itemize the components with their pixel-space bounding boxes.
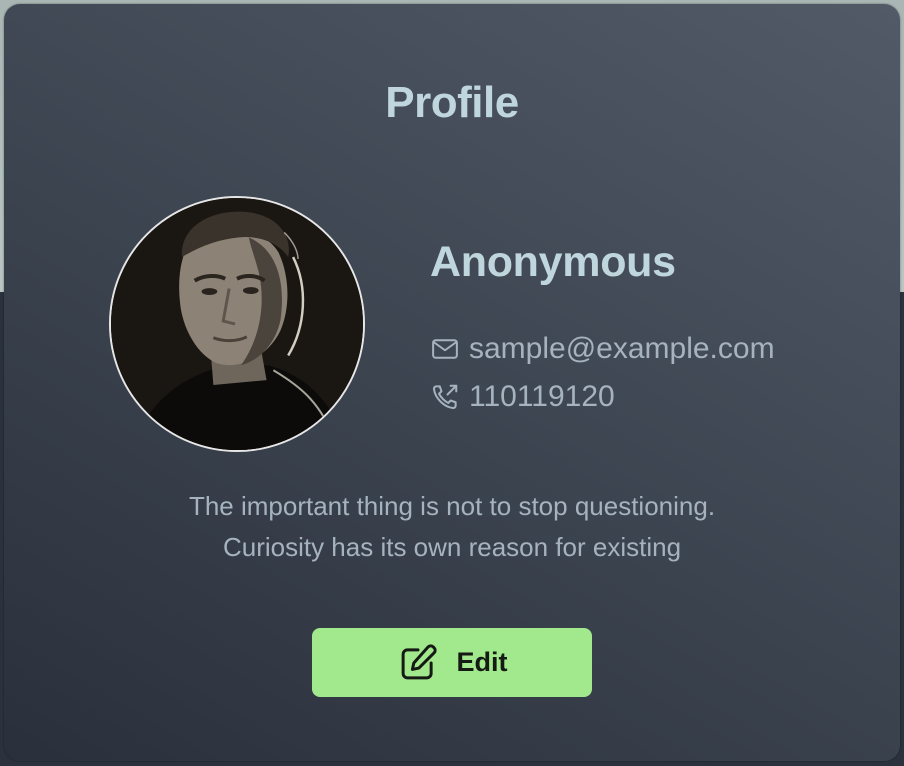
mail-icon	[430, 334, 460, 364]
phone-outgoing-icon	[430, 382, 460, 412]
phone-text: 110119120	[469, 380, 615, 413]
email-text: sample@example.com	[469, 332, 775, 365]
edit-button[interactable]: Edit	[312, 628, 592, 697]
profile-quote: The important thing is not to stop quest…	[4, 486, 900, 568]
card-title: Profile	[385, 78, 519, 127]
phone-row: 110119120	[430, 380, 615, 414]
quote-line: Curiosity has its own reason for existin…	[222, 532, 682, 562]
profile-card: Profile Anonymous sample@example.com 110…	[4, 4, 900, 761]
portrait-photo	[111, 198, 363, 450]
avatar	[109, 196, 365, 452]
profile-name: Anonymous	[430, 238, 676, 286]
pencil-square-icon	[397, 642, 439, 684]
email-row: sample@example.com	[430, 332, 775, 366]
quote-line: The important thing is not to stop quest…	[188, 491, 716, 521]
edit-button-label: Edit	[456, 647, 508, 677]
